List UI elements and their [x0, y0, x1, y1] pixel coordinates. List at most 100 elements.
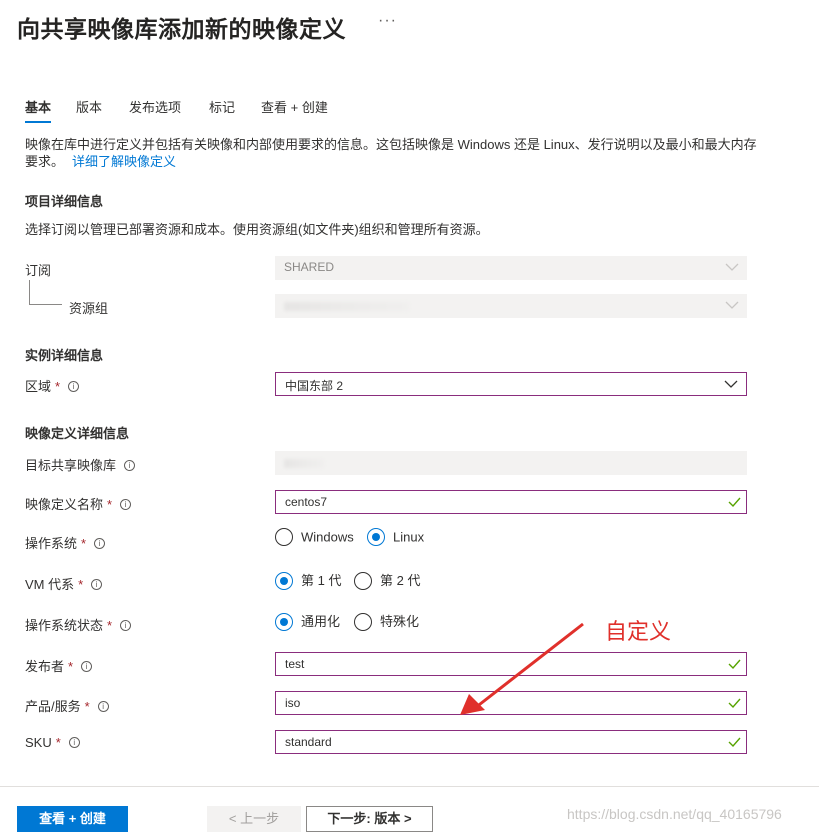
- os-state-label: 操作系统状态 * i: [25, 615, 132, 634]
- redacted-value: [284, 459, 324, 468]
- chevron-down-icon: [725, 263, 739, 271]
- resource-group-dropdown[interactable]: [275, 294, 747, 318]
- annotation-arrow-icon: [460, 622, 584, 715]
- checkmark-icon: [728, 497, 741, 508]
- os-label: 操作系统 * i: [25, 533, 106, 552]
- region-label-text: 区域: [25, 379, 52, 394]
- offer-value: iso: [285, 696, 301, 710]
- radio-circle: [354, 571, 372, 590]
- info-icon[interactable]: i: [94, 538, 106, 550]
- resource-group-label: 资源组: [69, 301, 109, 316]
- sku-label-text: SKU: [25, 735, 52, 750]
- tab-tags[interactable]: 标记: [209, 97, 235, 116]
- image-definition-name-value: centos7: [285, 495, 328, 509]
- required-marker: *: [84, 699, 90, 714]
- required-marker: *: [107, 497, 113, 512]
- previous-button[interactable]: < 上一步: [207, 806, 301, 832]
- os-option-label: Linux: [393, 529, 425, 545]
- image-definition-details-heading: 映像定义详细信息: [25, 426, 130, 441]
- target-gallery-label-text: 目标共享映像库: [25, 458, 117, 473]
- subscription-value: SHARED: [284, 260, 335, 274]
- publisher-label-text: 发布者: [25, 659, 65, 674]
- chevron-down-icon: [725, 301, 739, 309]
- image-definition-name-label: 映像定义名称 * i: [25, 494, 132, 513]
- annotation-text: 自定义: [605, 619, 672, 644]
- tree-connector: [29, 280, 30, 304]
- info-icon[interactable]: i: [68, 381, 80, 393]
- publisher-label: 发布者 * i: [25, 656, 93, 675]
- os-state-radio-group: 通用化 特殊化: [275, 611, 475, 631]
- os-label-text: 操作系统: [25, 536, 78, 551]
- image-definition-name-input[interactable]: centos7: [275, 490, 747, 514]
- more-options-icon[interactable]: ···: [378, 12, 397, 30]
- tab-basics[interactable]: 基本: [25, 97, 52, 123]
- learn-more-link[interactable]: 详细了解映像定义: [72, 154, 176, 169]
- publisher-value: test: [285, 657, 305, 671]
- tab-review-create[interactable]: 查看 + 创建: [261, 97, 328, 116]
- os-state-option-label: 通用化: [301, 614, 341, 629]
- sku-input[interactable]: standard: [275, 730, 747, 754]
- watermark: https://blog.csdn.net/qq_40165796: [567, 806, 782, 822]
- required-marker: *: [55, 379, 61, 394]
- vm-generation-label-text: VM 代系: [25, 577, 75, 592]
- vm-generation-radio-gen2[interactable]: 第 2 代: [354, 570, 420, 591]
- instance-details-heading: 实例详细信息: [25, 348, 104, 363]
- os-state-option-label: 特殊化: [380, 614, 420, 629]
- os-radio-group: Windows Linux: [275, 528, 475, 549]
- vm-generation-option-label: 第 1 代: [301, 573, 342, 588]
- radio-circle: [275, 528, 293, 546]
- tab-publishing-options[interactable]: 发布选项: [129, 97, 181, 116]
- review-create-button[interactable]: 查看 + 创建: [17, 806, 128, 832]
- required-marker: *: [107, 618, 113, 633]
- sku-value: standard: [285, 735, 332, 749]
- checkmark-icon: [728, 698, 741, 709]
- tab-version[interactable]: 版本: [76, 97, 102, 116]
- info-icon[interactable]: i: [81, 661, 93, 673]
- tree-connector-horizontal: [29, 304, 62, 305]
- os-radio-windows[interactable]: Windows: [275, 528, 354, 547]
- vm-generation-label: VM 代系 * i: [25, 574, 103, 593]
- description: 映像在库中进行定义并包括有关映像和内部使用要求的信息。这包括映像是 Window…: [25, 136, 765, 170]
- sku-label: SKU * i: [25, 735, 80, 750]
- os-option-label: Windows: [301, 529, 354, 545]
- next-version-button[interactable]: 下一步: 版本 >: [306, 806, 433, 832]
- info-icon[interactable]: i: [91, 579, 103, 591]
- region-label: 区域 * i: [25, 376, 80, 395]
- info-icon[interactable]: i: [97, 701, 109, 713]
- required-marker: *: [68, 659, 74, 674]
- page-title: 向共享映像库添加新的映像定义: [17, 16, 346, 42]
- subscription-dropdown[interactable]: SHARED: [275, 256, 747, 280]
- radio-circle: [275, 571, 293, 590]
- image-definition-name-label-text: 映像定义名称: [25, 497, 104, 512]
- info-icon[interactable]: i: [124, 460, 136, 472]
- vm-generation-radio-group: 第 1 代 第 2 代: [275, 570, 475, 590]
- info-icon[interactable]: i: [120, 499, 132, 511]
- tab-bar: 基本 版本 发布选项 标记 查看 + 创建: [25, 97, 355, 125]
- project-details-heading: 项目详细信息: [25, 194, 104, 209]
- project-details-text: 选择订阅以管理已部署资源和成本。使用资源组(如文件夹)组织和管理所有资源。: [25, 222, 489, 237]
- radio-circle: [354, 612, 372, 631]
- vm-generation-option-label: 第 2 代: [380, 573, 421, 588]
- footer-divider: [0, 786, 819, 787]
- target-gallery-field: [275, 451, 747, 475]
- region-dropdown[interactable]: 中国东部 2: [275, 372, 747, 396]
- info-icon[interactable]: i: [120, 620, 132, 632]
- checkmark-icon: [728, 659, 741, 670]
- target-gallery-label: 目标共享映像库 i: [25, 455, 136, 474]
- required-marker: *: [81, 536, 87, 551]
- os-state-label-text: 操作系统状态: [25, 618, 104, 633]
- required-marker: *: [55, 735, 61, 750]
- radio-circle: [275, 612, 293, 631]
- radio-circle: [367, 528, 385, 546]
- vm-generation-radio-gen1[interactable]: 第 1 代: [275, 570, 341, 591]
- required-marker: *: [78, 577, 84, 592]
- info-icon[interactable]: i: [68, 737, 80, 749]
- offer-label-text: 产品/服务: [25, 699, 81, 714]
- subscription-label: 订阅: [25, 263, 52, 278]
- os-state-radio-specialized[interactable]: 特殊化: [354, 611, 419, 632]
- region-value: 中国东部 2: [285, 379, 344, 393]
- os-radio-linux[interactable]: Linux: [367, 528, 425, 547]
- os-state-radio-generalized[interactable]: 通用化: [275, 611, 340, 632]
- chevron-down-icon: [724, 380, 738, 388]
- checkmark-icon: [728, 737, 741, 748]
